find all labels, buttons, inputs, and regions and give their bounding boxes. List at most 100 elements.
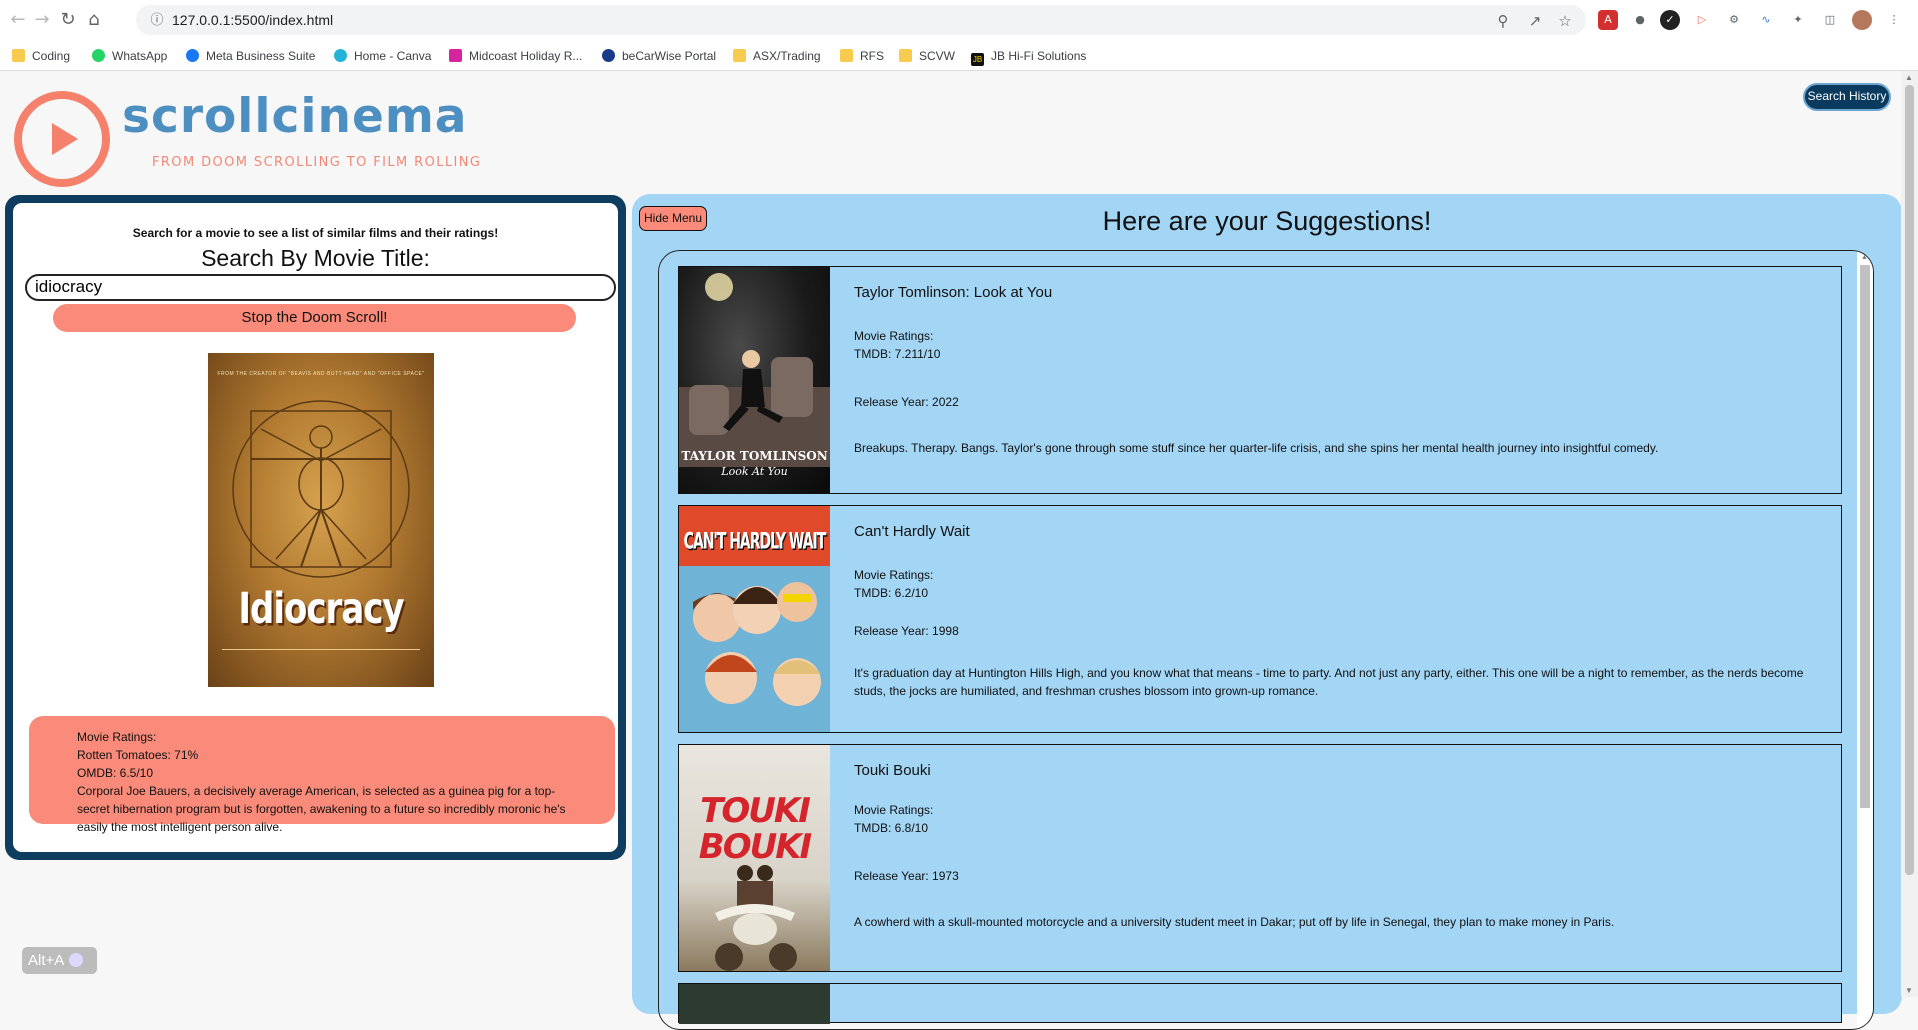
rotten-tomatoes-rating: Rotten Tomatoes: 71% <box>77 748 199 762</box>
folder-icon <box>899 49 912 62</box>
site-info-icon[interactable]: ⓘ <box>148 11 166 29</box>
suggestions-title: Here are your Suggestions! <box>1102 206 1432 236</box>
dark-extension-icon[interactable]: ✓ <box>1660 10 1680 30</box>
side-panel-icon[interactable]: ◫ <box>1820 10 1840 30</box>
suggestion-card[interactable]: TOUKI BOUKI Touki Bouki Movie Ratings: T… <box>678 744 1842 972</box>
stop-doom-scroll-button[interactable]: Stop the Doom Scroll! <box>53 304 576 332</box>
camera-extension-icon[interactable]: ● <box>1630 10 1650 30</box>
home-icon[interactable]: ⌂ <box>82 8 106 32</box>
bookmark-label: ASX/Trading <box>753 49 821 63</box>
bookmark-label: Meta Business Suite <box>206 49 316 63</box>
pdf-extension-icon[interactable]: A <box>1598 10 1618 30</box>
bookmark-whatsapp[interactable]: WhatsApp <box>92 47 167 65</box>
ratings-label: Movie Ratings: <box>77 730 157 744</box>
suggestions-panel: Here are your Suggestions! Hide Menu TAY… <box>632 194 1902 1030</box>
browser-toolbar: ← → ↻ ⌂ ⓘ 127.0.0.1:5500/index.html ⚲ ↗ … <box>0 0 1918 40</box>
scroll-up-arrow-icon[interactable]: ▲ <box>1861 254 1868 261</box>
bookmark-label: beCarWise Portal <box>622 49 717 63</box>
shortcut-label: Alt+A <box>28 952 65 969</box>
page-scrollbar[interactable]: ▲ ▼ <box>1901 71 1918 997</box>
forward-arrow-icon[interactable]: → <box>30 8 54 32</box>
search-title: Search By Movie Title: <box>201 245 430 271</box>
video-extension-icon[interactable]: ▷ <box>1692 10 1712 30</box>
bookmark-label: JB Hi-Fi Solutions <box>991 49 1087 63</box>
suggestion-title: Taylor Tomlinson: Look at You <box>854 284 1053 301</box>
suggestion-card[interactable] <box>678 983 1842 1024</box>
url-text[interactable]: 127.0.0.1:5500/index.html <box>172 12 333 28</box>
whatsapp-icon <box>92 49 105 62</box>
zoom-icon[interactable]: ⚲ <box>1494 12 1512 30</box>
shortcut-badge[interactable]: Alt+A <box>22 947 97 974</box>
search-history-button[interactable]: Search History <box>1803 83 1891 111</box>
puzzle-extensions-icon[interactable]: ✦ <box>1788 10 1808 30</box>
page-scrollbar-thumb[interactable] <box>1905 85 1914 875</box>
omdb-rating: OMDB: 6.5/10 <box>77 766 154 780</box>
bookmark-jbhifi[interactable]: JB JB Hi-Fi Solutions <box>971 47 1087 66</box>
search-panel-inner: Search for a movie to see a list of simi… <box>13 203 618 852</box>
searched-movie-ratings: Movie Ratings: Rotten Tomatoes: 71% OMDB… <box>29 716 615 834</box>
reload-icon[interactable]: ↻ <box>56 8 80 32</box>
bookmark-label: Coding <box>32 49 71 63</box>
poster-title: Idiocracy <box>238 584 404 634</box>
release-year: Release Year: 1998 <box>854 624 959 638</box>
hide-menu-button[interactable]: Hide Menu <box>639 206 707 231</box>
bookmark-coding[interactable]: Coding <box>12 47 70 65</box>
bookmark-label: WhatsApp <box>112 49 168 63</box>
suggestions-list[interactable]: TAYLOR TOMLINSON Look At You Taylor Toml… <box>658 250 1874 1030</box>
poster-caption: TAYLOR TOMLINSON <box>681 449 828 463</box>
bookmark-canva[interactable]: Home - Canva <box>334 47 431 65</box>
poster-credits <box>222 649 420 673</box>
address-bar[interactable]: ⓘ 127.0.0.1:5500/index.html ⚲ ↗ ☆ <box>136 5 1586 35</box>
bookmarks-bar: Coding WhatsApp Meta Business Suite Home… <box>0 40 1918 71</box>
profile-avatar[interactable] <box>1852 10 1872 30</box>
bookmark-midcoast[interactable]: Midcoast Holiday R... <box>449 47 582 65</box>
folder-icon <box>840 49 853 62</box>
bookmark-asx[interactable]: ASX/Trading <box>733 47 821 65</box>
search-panel: Search for a movie to see a list of simi… <box>5 195 626 860</box>
suggestion-card[interactable]: TAYLOR TOMLINSON Look At You Taylor Toml… <box>678 266 1842 494</box>
suggestion-poster <box>679 984 830 1024</box>
ratings-label: Movie Ratings: <box>854 803 934 817</box>
movie-search-input[interactable]: idiocracy <box>25 274 616 301</box>
tmdb-rating: TMDB: 7.211/10 <box>854 347 941 361</box>
suggestion-overview: A cowherd with a skull-mounted motorcycl… <box>854 915 1615 929</box>
share-icon[interactable]: ↗ <box>1526 12 1544 30</box>
search-hint: Search for a movie to see a list of simi… <box>132 226 499 240</box>
suggestion-ratings: Movie Ratings: TMDB: 6.2/10 <box>854 566 933 602</box>
bookmark-rfs[interactable]: RFS <box>840 47 884 65</box>
becarwise-icon <box>602 49 615 62</box>
tmdb-rating: TMDB: 6.8/10 <box>854 821 929 835</box>
scrollbar-thumb[interactable] <box>1860 265 1870 808</box>
suggestion-overview: It's graduation day at Huntington Hills … <box>854 666 1804 698</box>
wave-extension-icon[interactable]: ∿ <box>1756 10 1776 30</box>
scroll-up-arrow-icon[interactable]: ▲ <box>1905 73 1913 82</box>
scrollcinema-play-logo-icon <box>14 91 110 187</box>
suggestion-poster: TAYLOR TOMLINSON Look At You <box>679 267 830 493</box>
bookmark-label: SCVW <box>919 49 955 63</box>
bookmark-becarwise[interactable]: beCarWise Portal <box>602 47 716 65</box>
suggestion-title: Can't Hardly Wait <box>854 523 970 540</box>
scroll-down-arrow-icon[interactable]: ▼ <box>1905 986 1913 995</box>
suggestion-ratings: Movie Ratings: TMDB: 6.8/10 <box>854 801 933 837</box>
vitruvian-man-icon <box>232 400 410 578</box>
canva-icon <box>334 49 347 62</box>
instagram-icon <box>449 49 462 62</box>
searched-movie-poster: FROM THE CREATOR OF "BEAVIS AND BUTT-HEA… <box>208 353 434 687</box>
suggestions-scrollbar[interactable]: ▲ <box>1857 251 1873 1029</box>
bookmark-scvw[interactable]: SCVW <box>899 47 955 65</box>
bookmark-label: RFS <box>860 49 884 63</box>
folder-icon <box>12 49 25 62</box>
meta-icon <box>186 49 199 62</box>
suggestion-title: Touki Bouki <box>854 762 931 779</box>
poster-caption-overlay: CAN'T HARDLY WAIT <box>683 529 827 555</box>
ratings-label: Movie Ratings: <box>854 329 934 343</box>
menu-kebab-icon[interactable]: ⋮ <box>1884 10 1904 30</box>
gear-extension-icon[interactable]: ⚙ <box>1724 10 1744 30</box>
back-arrow-icon[interactable]: ← <box>6 8 30 32</box>
bookmark-meta[interactable]: Meta Business Suite <box>186 47 315 65</box>
suggestion-card[interactable]: CAN'T HARDLY WAIT CAN'T HARDLY WAIT Can'… <box>678 505 1842 733</box>
bookmark-star-icon[interactable]: ☆ <box>1556 12 1574 30</box>
suggestion-ratings: Movie Ratings: TMDB: 7.211/10 <box>854 327 940 363</box>
brand-name: scrollcinema <box>122 89 468 144</box>
cowherd-motorcycle-icon <box>715 865 797 971</box>
